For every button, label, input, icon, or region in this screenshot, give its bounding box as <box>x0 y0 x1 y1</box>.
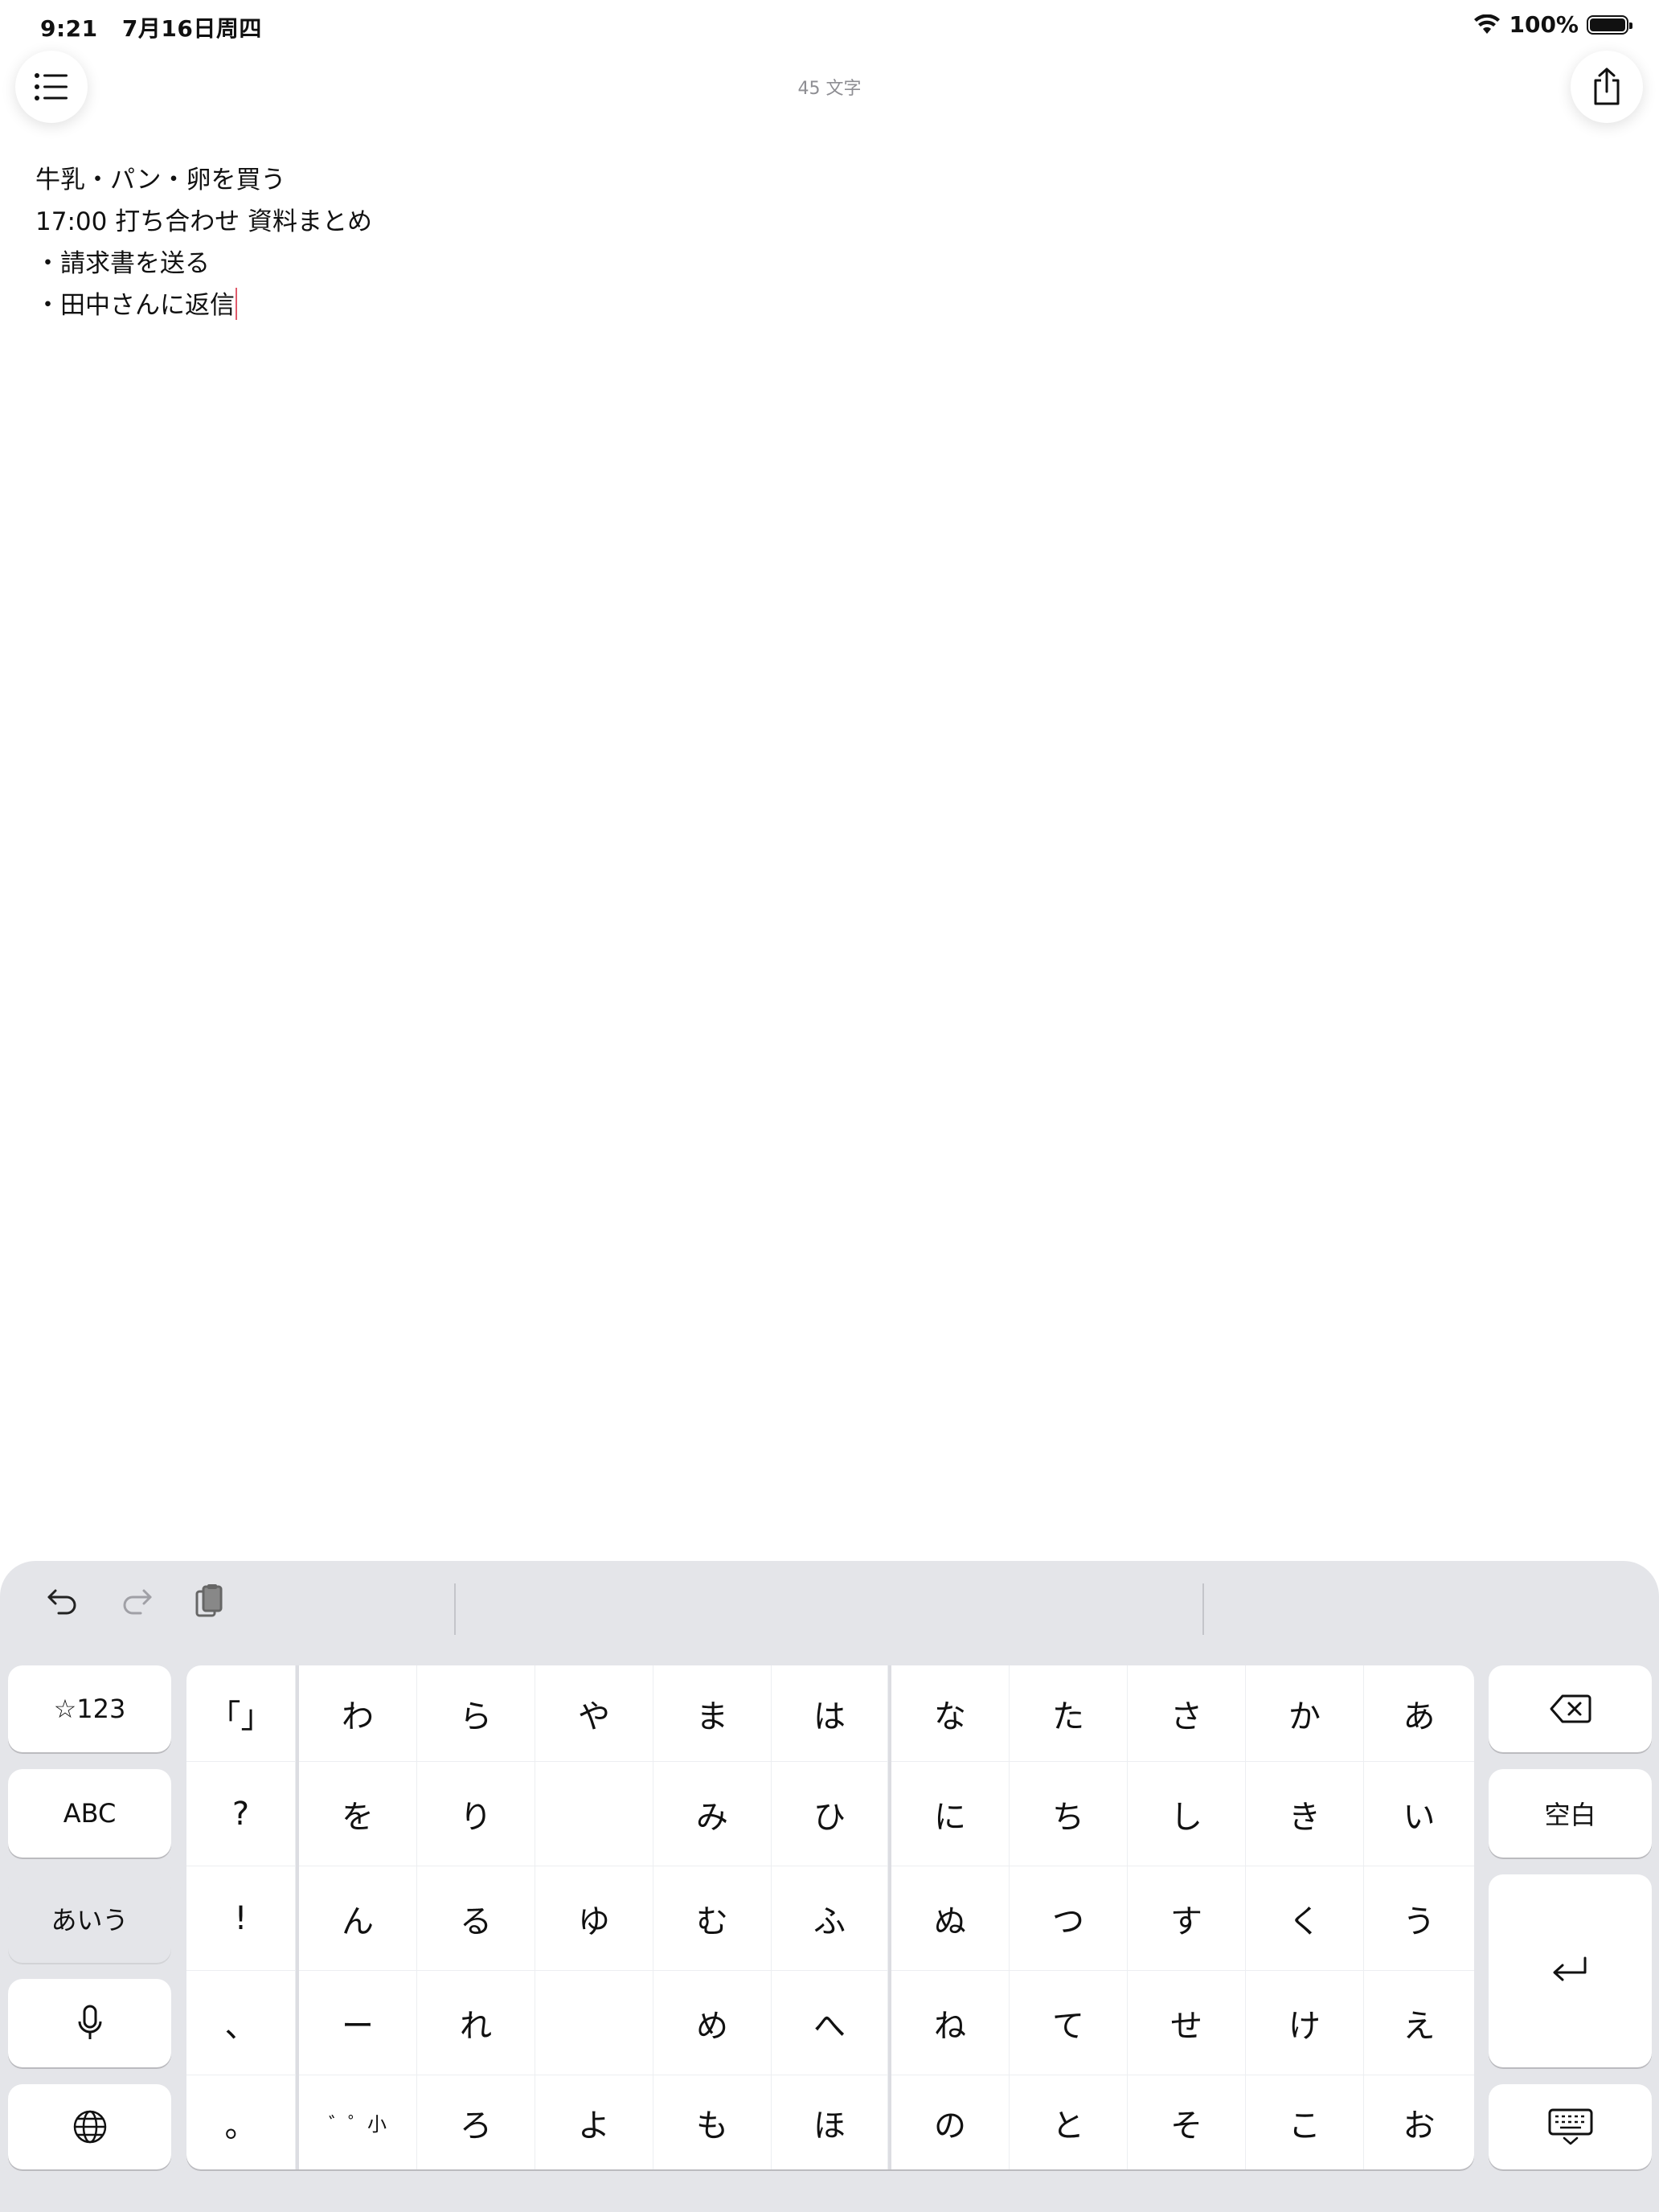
kana-key[interactable]: よ <box>535 2075 653 2169</box>
abc-key[interactable]: ABC <box>8 1769 171 1858</box>
kana-key[interactable]: ち <box>1010 1762 1128 1866</box>
microphone-key[interactable] <box>8 1979 171 2067</box>
note-line-text: ・田中さんに返信 <box>35 291 235 320</box>
symbols-key[interactable]: ☆123 <box>8 1665 171 1752</box>
kana-key[interactable]: そ <box>1128 2075 1246 2169</box>
note-line-active: ・田中さんに返信 <box>35 285 372 326</box>
kana-key[interactable]: せ <box>1128 1971 1246 2075</box>
status-right: 100% <box>1473 11 1632 38</box>
punct-key[interactable]: ! <box>186 1866 296 1971</box>
kana-key-empty <box>535 1762 653 1866</box>
kana-key[interactable]: く <box>1246 1866 1364 1971</box>
kana-key[interactable]: み <box>653 1762 772 1866</box>
kana-key[interactable]: り <box>417 1762 535 1866</box>
kana-key[interactable]: こ <box>1246 2075 1364 2169</box>
kana-key[interactable]: る <box>417 1866 535 1971</box>
kana-key[interactable]: を <box>299 1762 417 1866</box>
microphone-icon <box>78 2005 101 2039</box>
kana-key[interactable]: と <box>1010 2075 1128 2169</box>
kana-key[interactable]: め <box>653 1971 772 2075</box>
share-button[interactable] <box>1571 51 1643 123</box>
share-icon <box>1594 68 1620 105</box>
kana-key[interactable]: う <box>1364 1866 1474 1971</box>
kana-key[interactable]: ね <box>891 1971 1010 2075</box>
punct-key[interactable]: 。 <box>186 2075 296 2169</box>
undo-button[interactable] <box>43 1583 82 1622</box>
kana-key[interactable]: や <box>535 1665 653 1762</box>
backspace-key[interactable] <box>1489 1665 1652 1752</box>
paste-button[interactable] <box>190 1583 228 1622</box>
globe-icon <box>73 2110 106 2144</box>
kana-key[interactable]: お <box>1364 2075 1474 2169</box>
punct-key[interactable]: 、 <box>186 1971 296 2075</box>
toolbar-divider <box>454 1583 456 1635</box>
kana-key[interactable]: れ <box>417 1971 535 2075</box>
note-editor[interactable]: 牛乳・パン・卵を買う 17:00 打ち合わせ 資料まとめ ・請求書を送る ・田中… <box>35 159 372 326</box>
kana-key[interactable]: ら <box>417 1665 535 1762</box>
kana-mode-key[interactable]: あいう <box>8 1874 171 1963</box>
kana-key[interactable]: も <box>653 2075 772 2169</box>
status-left: 9:21 7月16日周四 <box>40 11 278 43</box>
kana-key[interactable]: ー <box>299 1971 417 2075</box>
kana-panel: 「」 ? ! 、 。 わらやまはなたさかあをり みひにちしきいんるゆむふぬつすくう… <box>186 1665 1474 2169</box>
return-key[interactable] <box>1489 1874 1652 2067</box>
return-icon <box>1553 1956 1586 1981</box>
kana-key[interactable]: の <box>891 2075 1010 2169</box>
undo-icon <box>47 1589 76 1615</box>
kana-key[interactable]: ん <box>299 1866 417 1971</box>
redo-button[interactable] <box>117 1583 156 1622</box>
kana-key[interactable]: た <box>1010 1665 1128 1762</box>
kana-key[interactable]: ゆ <box>535 1866 653 1971</box>
battery-icon <box>1587 14 1632 35</box>
kana-key[interactable]: か <box>1246 1665 1364 1762</box>
kana-key[interactable]: す <box>1128 1866 1246 1971</box>
kana-key[interactable]: し <box>1128 1762 1246 1866</box>
kana-key[interactable]: へ <box>772 1971 888 2075</box>
status-time: 9:21 <box>40 15 98 42</box>
status-bar: 9:21 7月16日周四 100% <box>0 0 1659 51</box>
punct-key[interactable]: 「」 <box>186 1665 296 1762</box>
kana-key[interactable]: な <box>891 1665 1010 1762</box>
kana-key[interactable]: ふ <box>772 1866 888 1971</box>
kana-key[interactable]: ぬ <box>891 1866 1010 1971</box>
punct-key[interactable]: ? <box>186 1762 296 1866</box>
keyboard-dismiss-icon <box>1548 2108 1592 2145</box>
kana-key[interactable]: き <box>1246 1762 1364 1866</box>
kana-key[interactable]: ま <box>653 1665 772 1762</box>
wifi-icon <box>1474 14 1501 34</box>
toolbar-divider <box>1202 1583 1204 1635</box>
kana-key[interactable]: ひ <box>772 1762 888 1866</box>
kana-key[interactable]: は <box>772 1665 888 1762</box>
globe-key[interactable] <box>8 2084 171 2169</box>
character-counter: 45 文字 <box>797 79 862 99</box>
backspace-icon <box>1550 1694 1591 1723</box>
kana-key[interactable]: ろ <box>417 2075 535 2169</box>
redo-icon <box>123 1589 152 1615</box>
kana-key[interactable]: さ <box>1128 1665 1246 1762</box>
kana-key[interactable]: ほ <box>772 2075 888 2169</box>
kana-key[interactable]: い <box>1364 1762 1474 1866</box>
note-line: ・請求書を送る <box>35 249 210 278</box>
kana-key[interactable]: む <box>653 1866 772 1971</box>
space-key[interactable]: 空白 <box>1489 1769 1652 1858</box>
kana-key[interactable]: に <box>891 1762 1010 1866</box>
keyboard-dismiss-key[interactable] <box>1489 2084 1652 2169</box>
keyboard: ☆123 ABC あいう 「」 ? ! 、 。 わらやまはなたさかあをり みひにち… <box>0 1561 1659 2212</box>
kana-key[interactable]: ゛゜小 <box>299 2075 417 2169</box>
kana-key[interactable]: つ <box>1010 1866 1128 1971</box>
paste-icon <box>195 1584 223 1617</box>
kana-key[interactable]: え <box>1364 1971 1474 2075</box>
kana-key[interactable]: て <box>1010 1971 1128 2075</box>
kana-key-empty <box>535 1971 653 2075</box>
battery-percent: 100% <box>1509 11 1579 38</box>
kana-key[interactable]: け <box>1246 1971 1364 2075</box>
text-caret <box>236 288 237 320</box>
note-line: 17:00 打ち合わせ 資料まとめ <box>35 207 373 236</box>
kana-key[interactable]: あ <box>1364 1665 1474 1762</box>
kana-key[interactable]: わ <box>299 1665 417 1762</box>
note-line: 牛乳・パン・卵を買う <box>35 166 286 195</box>
status-date: 7月16日周四 <box>121 15 262 42</box>
